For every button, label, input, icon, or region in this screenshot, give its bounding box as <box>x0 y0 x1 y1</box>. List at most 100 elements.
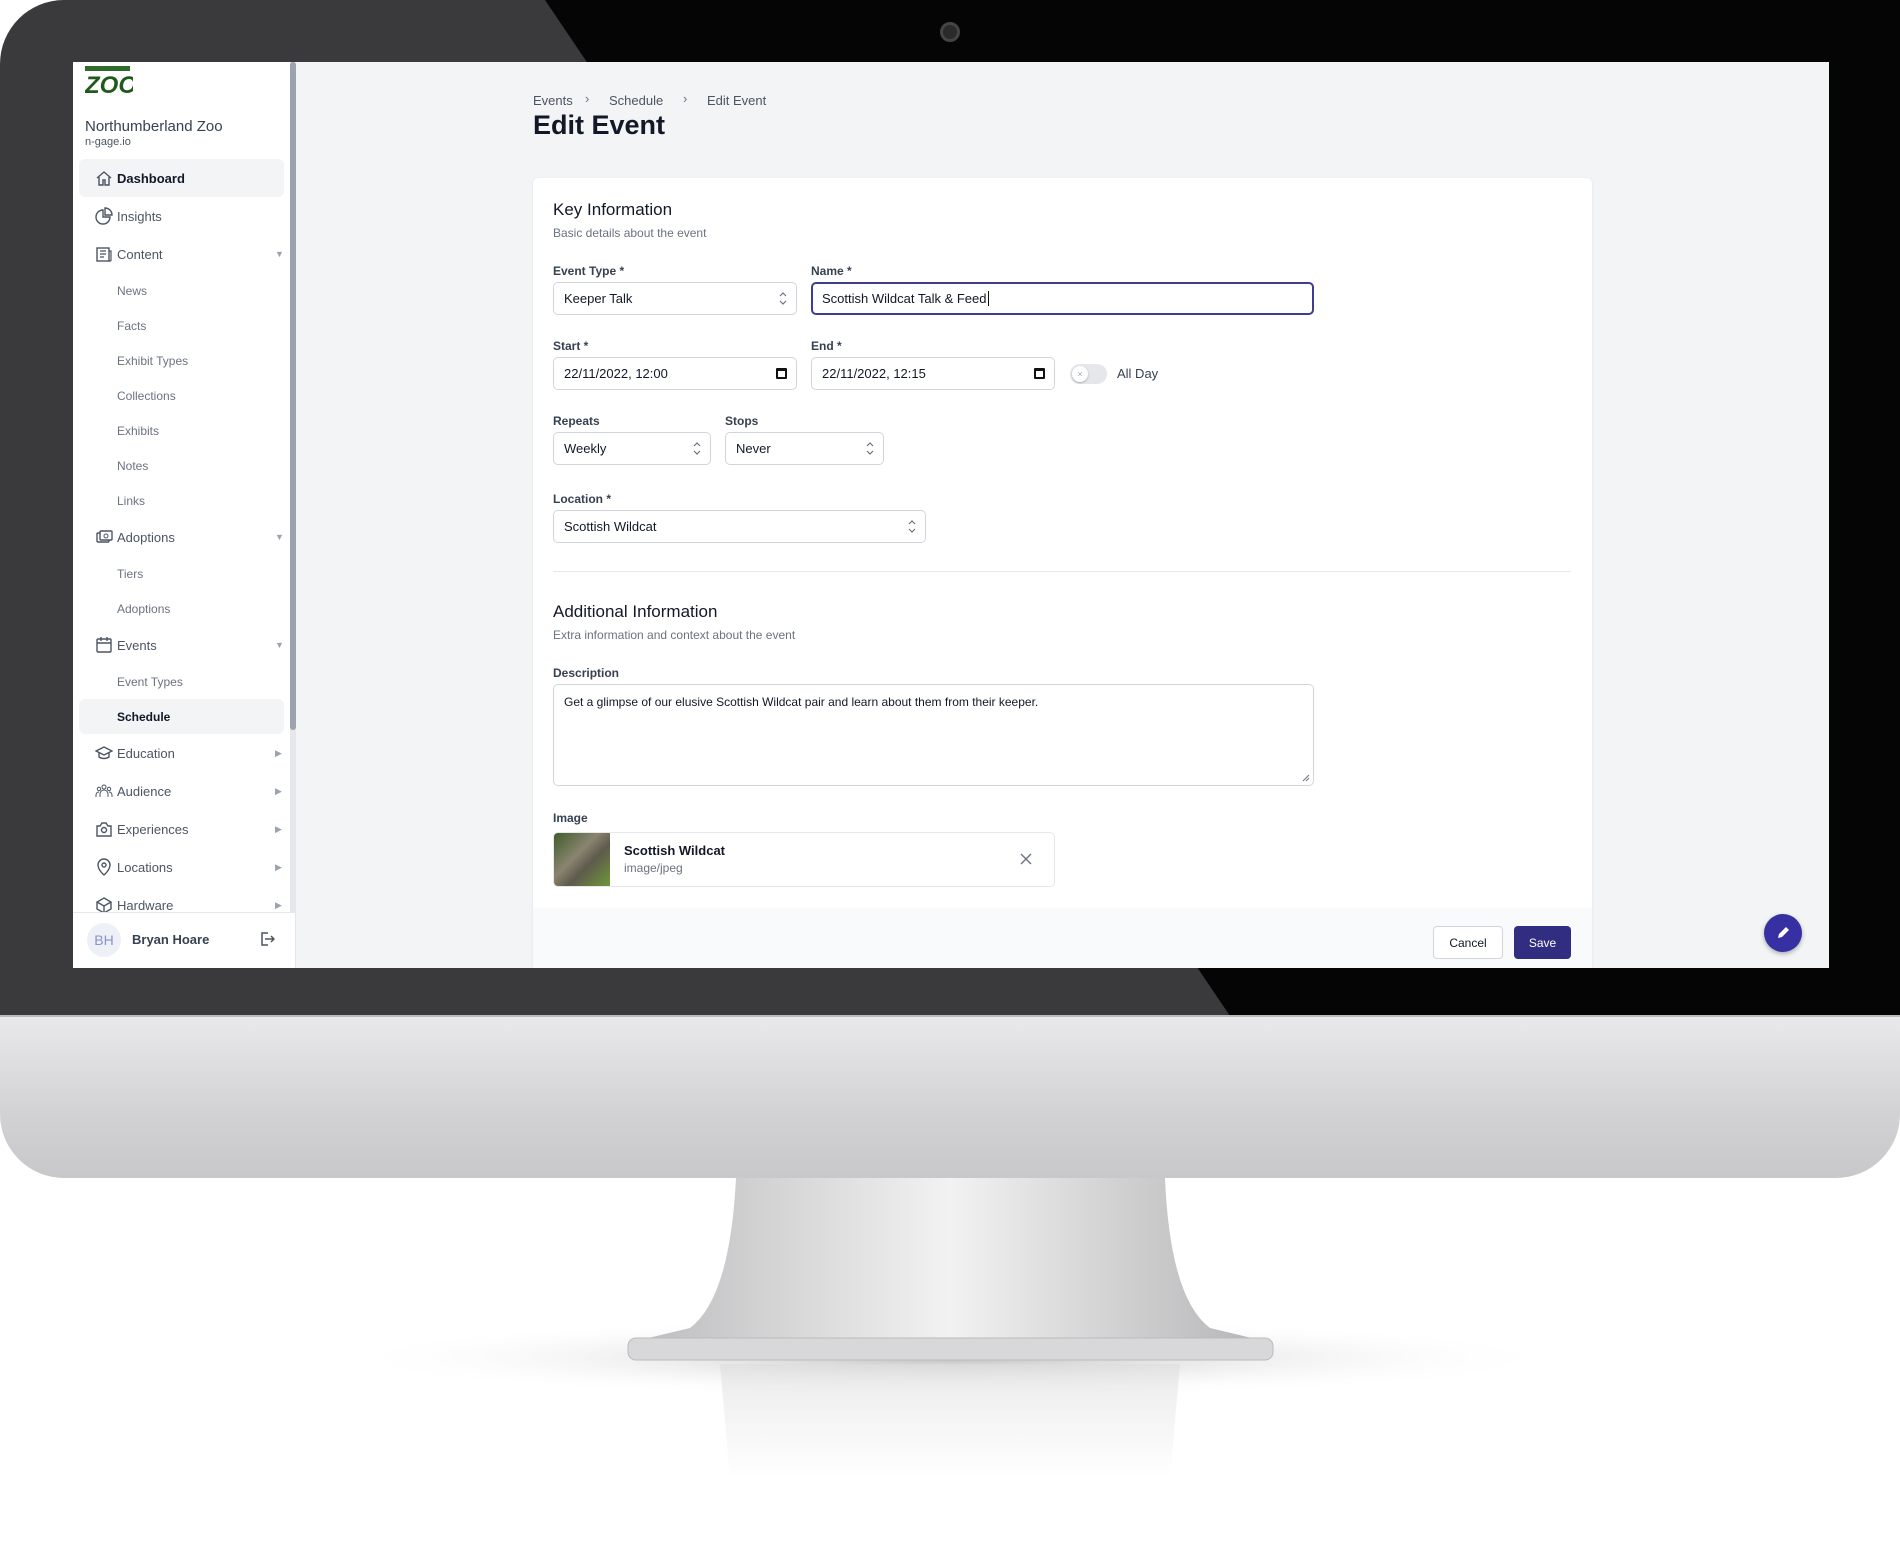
sidebar: ZOO Northumberland Zoo n-gage.io Dashboa… <box>73 62 296 968</box>
calendar-icon[interactable] <box>1034 368 1045 379</box>
calendar-icon <box>96 637 112 653</box>
chevron-down-icon[interactable]: ▼ <box>275 532 284 542</box>
start-label: Start * <box>553 339 589 353</box>
sidebar-item-content[interactable]: Content ▼ <box>79 235 284 273</box>
sidebar-item-education[interactable]: Education ▶ <box>79 734 284 772</box>
breadcrumb-schedule[interactable]: Schedule <box>609 93 663 108</box>
chevron-up-down-icon <box>908 520 916 533</box>
section-divider <box>553 571 1571 572</box>
event-type-value: Keeper Talk <box>564 291 633 306</box>
remove-image-icon[interactable] <box>1019 852 1033 866</box>
section-title: Key Information <box>553 200 673 219</box>
chevron-right-icon[interactable]: ▶ <box>275 786 282 797</box>
users-icon <box>95 784 113 797</box>
sidebar-item-label: News <box>117 283 148 298</box>
end-datetime-input[interactable]: 22/11/2022, 12:15 <box>811 357 1055 390</box>
all-day-toggle[interactable]: × <box>1070 364 1107 384</box>
sidebar-item-label: Adoptions <box>117 529 175 545</box>
sidebar-item-adoptions[interactable]: Adoptions <box>79 591 284 626</box>
sidebar-item-notes[interactable]: Notes <box>79 448 284 483</box>
sidebar-item-experiences[interactable]: Experiences ▶ <box>79 810 284 848</box>
brand-name: Northumberland Zoo <box>85 118 223 135</box>
location-label: Location * <box>553 492 612 506</box>
sidebar-item-label: Event Types <box>117 674 183 689</box>
name-label: Name * <box>811 264 852 278</box>
chevron-right-icon[interactable]: ▶ <box>275 824 282 835</box>
image-type: image/jpeg <box>624 861 683 875</box>
save-button[interactable]: Save <box>1514 926 1571 959</box>
section-title: Additional Information <box>553 602 718 621</box>
page-title: Edit Event <box>533 110 666 140</box>
sidebar-item-exhibit-types[interactable]: Exhibit Types <box>79 343 284 378</box>
location-select[interactable]: Scottish Wildcat <box>553 510 926 543</box>
end-label: End * <box>811 339 842 353</box>
chevron-up-down-icon <box>779 292 787 305</box>
newspaper-icon <box>96 247 112 262</box>
sidebar-item-label: Insights <box>117 208 162 224</box>
pie-chart-icon <box>95 207 113 225</box>
chevron-right-icon[interactable]: ▶ <box>275 748 282 759</box>
name-input[interactable]: Scottish Wildcat Talk & Feed <box>811 282 1314 315</box>
calendar-icon[interactable] <box>776 368 787 379</box>
sidebar-item-label: Experiences <box>117 821 189 837</box>
zoo-logo: ZOO <box>85 66 133 96</box>
sidebar-item-exhibits[interactable]: Exhibits <box>79 413 284 448</box>
logout-icon[interactable] <box>259 931 275 947</box>
sidebar-item-news[interactable]: News <box>79 273 284 308</box>
sidebar-item-audience[interactable]: Audience ▶ <box>79 772 284 810</box>
sidebar-nav: Dashboard Insights Content ▼ News Facts Exhibi… <box>73 159 290 968</box>
sidebar-item-locations[interactable]: Locations ▶ <box>79 848 284 886</box>
edit-event-form: Key Information Basic details about the … <box>533 178 1592 968</box>
avatar[interactable]: BH <box>87 923 121 957</box>
graduation-cap-icon <box>95 746 113 760</box>
sidebar-item-adoptions[interactable]: Adoptions ▼ <box>79 518 284 556</box>
sidebar-item-label: Notes <box>117 458 149 473</box>
sidebar-item-dashboard[interactable]: Dashboard <box>79 159 284 197</box>
chevron-right-icon[interactable]: ▶ <box>275 900 282 911</box>
sidebar-item-insights[interactable]: Insights <box>79 197 284 235</box>
sidebar-item-schedule[interactable]: Schedule <box>79 699 284 734</box>
sidebar-item-label: Adoptions <box>117 601 171 616</box>
start-datetime-input[interactable]: 22/11/2022, 12:00 <box>553 357 797 390</box>
image-attachment: Scottish Wildcat image/jpeg <box>553 832 1055 887</box>
description-textarea[interactable]: Get a glimpse of our elusive Scottish Wi… <box>553 684 1314 786</box>
cancel-button[interactable]: Cancel <box>1433 926 1503 959</box>
edit-fab-button[interactable] <box>1764 914 1802 952</box>
name-value: Scottish Wildcat Talk & Feed <box>822 291 987 306</box>
event-type-select[interactable]: Keeper Talk <box>553 282 797 315</box>
user-name: Bryan Hoare <box>132 932 210 947</box>
sidebar-item-label: Audience <box>117 783 172 799</box>
breadcrumb-separator: › <box>585 91 590 106</box>
sidebar-item-label: Facts <box>117 318 147 333</box>
sidebar-item-tiers[interactable]: Tiers <box>79 556 284 591</box>
stops-select[interactable]: Never <box>725 432 884 465</box>
sidebar-item-label: Hardware <box>117 897 174 913</box>
stops-label: Stops <box>725 414 759 428</box>
ticket-icon <box>96 530 113 543</box>
breadcrumb-current: Edit Event <box>707 93 767 108</box>
start-value: 22/11/2022, 12:00 <box>564 366 668 381</box>
map-pin-icon <box>97 858 111 876</box>
monitor-stand <box>330 1178 1570 1478</box>
sidebar-item-event-types[interactable]: Event Types <box>79 664 284 699</box>
brand-domain: n-gage.io <box>85 136 131 148</box>
breadcrumb-events[interactable]: Events <box>533 93 573 108</box>
sidebar-item-label: Exhibit Types <box>117 353 189 368</box>
sidebar-item-label: Collections <box>117 388 176 403</box>
repeats-label: Repeats <box>553 414 600 428</box>
resize-handle-icon[interactable] <box>1302 774 1310 782</box>
chevron-right-icon[interactable]: ▶ <box>275 862 282 873</box>
sidebar-scrollbar-thumb[interactable] <box>290 62 296 730</box>
image-label: Image <box>553 811 588 825</box>
sidebar-item-facts[interactable]: Facts <box>79 308 284 343</box>
repeats-select[interactable]: Weekly <box>553 432 711 465</box>
sidebar-item-links[interactable]: Links <box>79 483 284 518</box>
chevron-down-icon[interactable]: ▼ <box>275 249 284 259</box>
sidebar-item-events[interactable]: Events ▼ <box>79 626 284 664</box>
home-icon <box>96 171 112 186</box>
monitor-chin <box>0 1015 1900 1178</box>
chevron-down-icon[interactable]: ▼ <box>275 640 284 650</box>
app-screen: ZOO Northumberland Zoo n-gage.io Dashboa… <box>73 62 1829 968</box>
sidebar-item-collections[interactable]: Collections <box>79 378 284 413</box>
all-day-label: All Day <box>1117 366 1159 381</box>
